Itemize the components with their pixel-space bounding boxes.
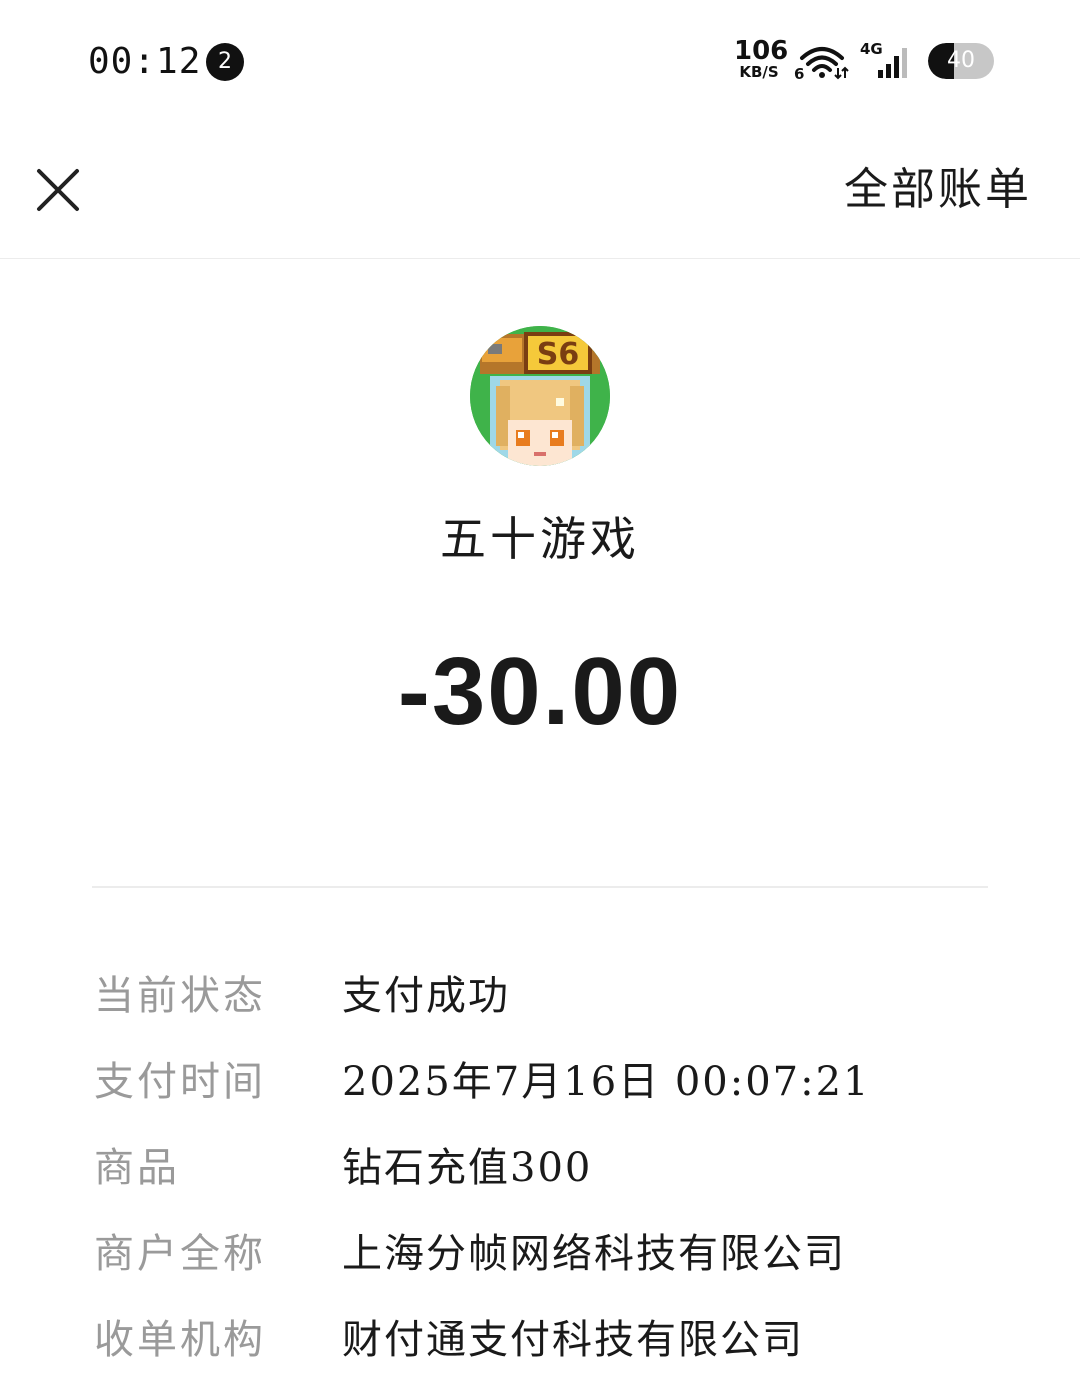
- wifi-icon: 6: [794, 47, 849, 80]
- status-bar: 00:12 2 106 KB/S 6 4G 40: [0, 0, 1080, 120]
- network-type-label: 4G: [860, 40, 883, 58]
- nav-bar: 全部账单: [0, 120, 1080, 259]
- section-divider: [92, 886, 988, 888]
- wifi-generation-label: 6: [794, 65, 804, 80]
- detail-row-product: 商品 钻石充值300: [92, 1132, 992, 1218]
- detail-label: 商户全称: [94, 1231, 266, 1277]
- detail-value: 2025年7月16日 00:07:21: [342, 1059, 871, 1105]
- detail-label: 商品: [94, 1145, 180, 1191]
- status-time: 00:12: [88, 41, 202, 82]
- detail-value: 财付通支付科技有限公司: [342, 1317, 804, 1363]
- detail-label: 收单机构: [94, 1317, 266, 1363]
- detail-row-merchant-full-name: 商户全称 上海分帧网络科技有限公司: [92, 1218, 992, 1304]
- avatar-badge-text: S6: [537, 337, 579, 372]
- merchant-name: 五十游戏: [440, 512, 640, 566]
- payment-amount: -30.00: [397, 638, 683, 745]
- battery-level: 40: [947, 48, 975, 73]
- network-speed-unit: KB/S: [739, 63, 779, 81]
- notification-count-badge: 2: [206, 43, 244, 81]
- detail-label: 支付时间: [94, 1059, 266, 1105]
- payment-details: 当前状态 支付成功 支付时间 2025年7月16日 00:07:21 商品 钻石…: [92, 960, 992, 1390]
- close-button[interactable]: [24, 156, 92, 224]
- close-icon: [37, 169, 79, 211]
- cellular-signal-icon: 4G: [860, 40, 907, 78]
- merchant-avatar: S6: [470, 326, 610, 466]
- detail-row-status: 当前状态 支付成功: [92, 960, 992, 1046]
- network-speed-value: 106: [734, 36, 789, 66]
- detail-value: 钻石充值300: [342, 1145, 593, 1191]
- battery-indicator: 40: [928, 43, 994, 79]
- network-speed-indicator: 106 KB/S: [734, 36, 789, 81]
- detail-value: 上海分帧网络科技有限公司: [342, 1231, 846, 1277]
- detail-row-payment-time: 支付时间 2025年7月16日 00:07:21: [92, 1046, 992, 1132]
- detail-row-acquirer: 收单机构 财付通支付科技有限公司: [92, 1304, 992, 1390]
- game-logo-icon: S6: [470, 326, 610, 466]
- all-bills-link[interactable]: 全部账单: [844, 162, 1032, 218]
- detail-value: 支付成功: [342, 973, 510, 1019]
- detail-label: 当前状态: [94, 973, 266, 1019]
